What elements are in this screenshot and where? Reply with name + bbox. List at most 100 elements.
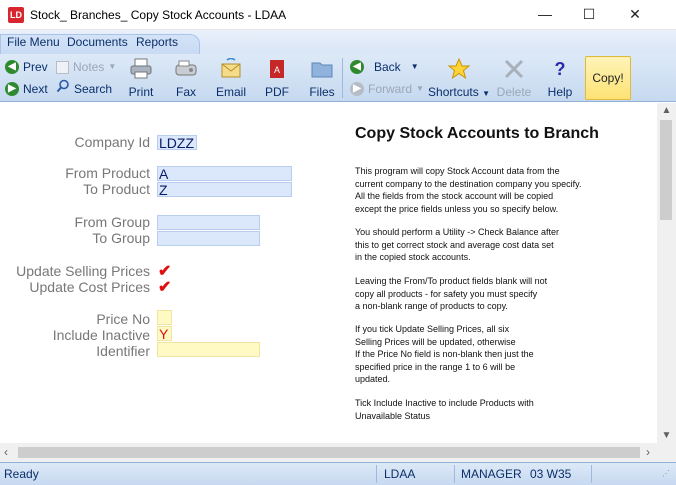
forward-label: Forward [368,82,413,96]
shortcuts-label: Shortcuts ▼ [426,85,492,99]
update-cost-prices-checkbox[interactable]: ✔ [158,280,171,296]
chevron-down-icon: ▼ [108,62,117,71]
pdf-button[interactable]: A PDF [262,56,292,100]
fax-button[interactable]: Fax [170,56,202,100]
identifier-field[interactable] [157,342,260,357]
forward-button[interactable]: ▶ Forward ▼ [350,79,424,99]
update-selling-prices-checkbox[interactable]: ✔ [158,264,171,280]
from-group-field[interactable] [157,215,260,230]
include-inactive-field[interactable]: Y [157,326,172,342]
update-cost-prices-label: Update Cost Prices [29,279,150,295]
app-logo-icon: LD [8,7,24,23]
next-label: Next [23,82,48,96]
help-paragraph-2: You should perform a Utility -> Check Ba… [355,226,645,264]
horizontal-scrollbar[interactable]: ‹ › [0,443,676,462]
help-line: copy all products - for safety you must … [355,288,538,299]
from-group-label: From Group [74,214,150,230]
prev-label: Prev [23,60,48,74]
help-line: Leaving the From/To product fields blank… [355,276,548,286]
fax-label: Fax [175,85,196,99]
menu-reports[interactable]: Reports [136,35,178,49]
maximize-button[interactable]: ☐ [566,0,612,30]
scroll-right-icon[interactable]: › [646,445,650,459]
copy-button[interactable]: Copy! [585,56,631,100]
help-paragraph-1: This program will copy Stock Account dat… [355,165,645,215]
help-line: You should perform a Utility -> Check Ba… [355,227,560,237]
update-selling-prices-label: Update Selling Prices [16,263,150,279]
from-product-field[interactable]: A [157,166,292,182]
help-line: This program will copy Stock Account dat… [355,166,560,176]
help-label: Help [547,85,573,99]
delete-x-icon [502,58,526,80]
company-id-field[interactable]: LDZZ [157,135,197,151]
help-paragraph-4: If you tick Update Selling Prices, all s… [355,323,645,386]
search-icon [56,79,70,99]
menu-bar: File Menu Documents Reports [0,30,676,54]
chevron-down-icon: ▼ [416,84,424,93]
minimize-button[interactable]: — [522,0,568,30]
to-product-field[interactable]: Z [157,182,292,198]
chevron-down-icon: ▼ [482,89,490,98]
menu-file[interactable]: File Menu [7,35,60,49]
email-icon [219,57,243,80]
help-heading: Copy Stock Accounts to Branch [355,125,599,142]
back-label: Back [374,60,401,74]
printer-icon [129,58,153,80]
identifier-label: Identifier [96,343,150,359]
help-line: Tick Include Inactive to include Product… [355,398,534,408]
email-label: Email [215,85,246,99]
chevron-down-icon: ▼ [410,62,419,71]
help-button[interactable]: ? Help [544,56,576,100]
help-line: specified price in the range 1 to 6 will… [355,361,516,372]
folder-icon [310,58,334,80]
pdf-icon: A [265,58,289,80]
scroll-left-icon[interactable]: ‹ [4,445,8,459]
help-icon: ? [554,59,566,79]
help-line: current company to the destination compa… [355,178,582,189]
menu-documents[interactable]: Documents [67,35,128,49]
prev-button[interactable]: ◀ Prev [5,57,48,77]
back-button[interactable]: ◀ Back ▼ [350,57,419,77]
help-paragraph-5: Tick Include Inactive to include Product… [355,397,645,422]
toolbar: ◀ Prev ▶ Next Notes ▼ Search Print Fax E… [0,54,676,102]
arrow-left-icon: ◀ [5,60,19,74]
to-product-label: To Product [83,181,150,197]
notes-icon [56,60,69,74]
status-divider [591,465,592,483]
pdf-label: PDF [265,85,289,99]
scroll-down-icon[interactable]: ▼ [657,430,676,441]
status-divider [376,465,377,483]
scroll-up-icon[interactable]: ▲ [657,105,676,116]
shortcuts-button[interactable]: Shortcuts ▼ [426,56,492,100]
email-button[interactable]: Email [214,56,248,100]
help-line: If you tick Update Selling Prices, all s… [355,324,510,334]
vertical-scroll-thumb[interactable] [660,120,672,220]
price-no-field[interactable] [157,310,172,325]
close-button[interactable]: ✕ [612,0,658,30]
star-icon [447,57,471,80]
status-user: MANAGER [461,467,522,481]
back-arrow-icon: ◀ [350,60,364,74]
help-line: All the fields from the stock account wi… [355,191,554,201]
from-product-label: From Product [65,165,150,181]
forward-arrow-icon: ▶ [350,82,364,96]
delete-button[interactable]: Delete [495,56,533,100]
notes-button[interactable]: Notes ▼ [56,57,116,77]
vertical-scrollbar[interactable]: ▲ ▼ [657,103,676,443]
next-button[interactable]: ▶ Next [5,79,48,99]
company-id-label: Company Id [74,134,150,150]
help-line: a non-blank range of products to copy. [355,301,508,311]
help-paragraph-3: Leaving the From/To product fields blank… [355,275,645,313]
notes-label: Notes [73,60,105,74]
svg-text:A: A [274,65,280,75]
status-divider [454,465,455,483]
files-label: Files [309,85,335,99]
search-button[interactable]: Search [56,79,112,99]
horizontal-scroll-thumb[interactable] [18,447,640,458]
files-button[interactable]: Files [306,56,338,100]
print-button[interactable]: Print [124,56,158,100]
to-group-field[interactable] [157,231,260,246]
arrow-right-icon: ▶ [5,82,19,96]
include-inactive-label: Include Inactive [52,327,150,343]
resize-grip-icon[interactable]: ⋰ [662,469,670,478]
